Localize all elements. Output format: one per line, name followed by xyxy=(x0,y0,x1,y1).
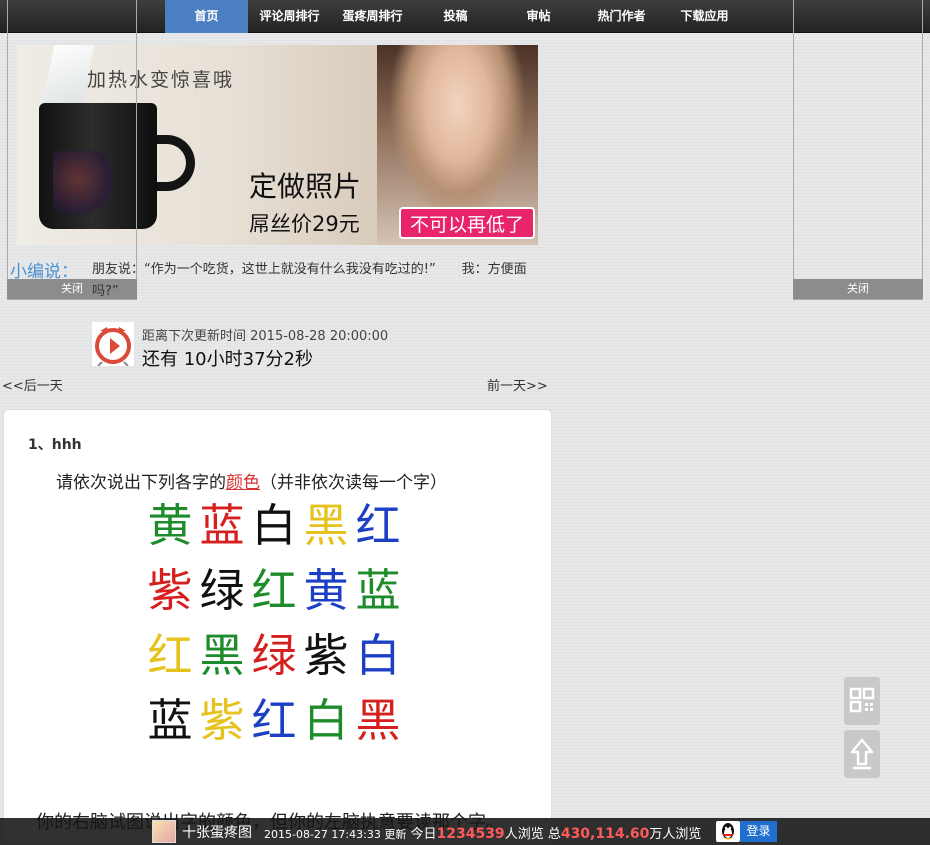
nav-item-submit[interactable]: 投稿 xyxy=(414,0,497,33)
today-prefix: 今日 xyxy=(410,827,437,842)
post-card: 1、hhh 请依次说出下列各字的颜色（并非依次读每一个字） 黄蓝白黑红紫绿红黄蓝… xyxy=(3,409,552,845)
nav-item-comment-rank[interactable]: 评论周排行 xyxy=(248,0,331,33)
total-count: 430,114.60 xyxy=(560,826,650,842)
color-word: 绿 xyxy=(199,564,245,617)
prev-day-link[interactable]: <<后一天 xyxy=(2,375,63,394)
nav-item-review[interactable]: 审帖 xyxy=(497,0,580,33)
back-to-top-button[interactable] xyxy=(844,730,880,778)
arrow-up-icon xyxy=(850,738,874,770)
color-word-row: 红黑绿紫白 xyxy=(144,630,404,682)
qr-code-button[interactable] xyxy=(844,677,880,725)
alarm-clock-icon xyxy=(92,322,134,366)
color-word: 黑 xyxy=(355,694,401,747)
today-suffix: 人浏览 总 xyxy=(504,827,561,842)
banner-title: 定做照片 xyxy=(249,170,362,203)
nav-item-download-app[interactable]: 下载应用 xyxy=(663,0,746,33)
color-word: 蓝 xyxy=(355,564,401,617)
editor-label: 小编说： xyxy=(10,262,78,282)
instruction-before: 请依次说出下列各字的 xyxy=(56,473,226,493)
color-word-row: 蓝紫红白黑 xyxy=(144,695,404,747)
site-stats: 2015-08-27 17:43:33 更新 今日1234539人浏览 总430… xyxy=(264,823,701,842)
image-instruction: 请依次说出下列各字的颜色（并非依次读每一个字） xyxy=(56,468,447,493)
right-side-close-button[interactable]: 关闭 xyxy=(793,279,923,299)
nav-item-hot-authors[interactable]: 热门作者 xyxy=(580,0,663,33)
today-count: 1234539 xyxy=(436,826,505,842)
color-word-row: 紫绿红黄蓝 xyxy=(144,565,404,617)
bottom-status-bar: 十张蛋疼图 2015-08-27 17:43:33 更新 今日1234539人浏… xyxy=(0,818,930,845)
update-time: 2015-08-27 17:43:33 更新 xyxy=(264,828,407,841)
nav-list: 首页 评论周排行 蛋疼周排行 投稿 审帖 热门作者 下载应用 xyxy=(165,0,746,33)
color-word: 蓝 xyxy=(199,499,245,552)
color-word: 白 xyxy=(251,499,297,552)
total-suffix: 万人浏览 xyxy=(649,827,702,842)
login-button[interactable]: 登录 xyxy=(740,821,777,842)
countdown-value: 还有 10小时37分2秒 xyxy=(142,349,313,370)
color-word: 红 xyxy=(251,564,297,617)
color-word: 白 xyxy=(303,694,349,747)
qr-code-icon xyxy=(849,687,875,713)
color-word: 黑 xyxy=(199,629,245,682)
color-word: 黄 xyxy=(303,564,349,617)
left-side-ad: 关闭 xyxy=(7,0,137,300)
color-word: 红 xyxy=(355,499,401,552)
color-word: 紫 xyxy=(303,629,349,682)
nav-item-home[interactable]: 首页 xyxy=(165,0,248,33)
editor-text: 朋友说：“作为一个吃货，这世上就没有什么我没有吃过的!” 我：方便面吗?” xyxy=(92,262,527,299)
countdown-label: 距离下次更新时间 2015-08-28 20:00:00 xyxy=(142,329,389,344)
next-day-link[interactable]: 前一天>> xyxy=(487,375,548,394)
post-image[interactable]: 请依次说出下列各字的颜色（并非依次读每一个字） 黄蓝白黑红紫绿红黄蓝红黑绿紫白蓝… xyxy=(34,460,524,800)
color-word: 紫 xyxy=(147,564,193,617)
color-word: 红 xyxy=(147,629,193,682)
color-word: 绿 xyxy=(251,629,297,682)
instruction-highlight: 颜色 xyxy=(226,473,260,493)
qq-penguin-icon[interactable] xyxy=(716,821,740,842)
color-word: 紫 xyxy=(199,694,245,747)
nav-item-pain-rank[interactable]: 蛋疼周排行 xyxy=(331,0,414,33)
color-word: 白 xyxy=(355,629,401,682)
color-word: 黄 xyxy=(147,499,193,552)
site-logo-thumb xyxy=(152,820,176,843)
post-title[interactable]: 1、hhh xyxy=(28,434,82,454)
color-word: 蓝 xyxy=(147,694,193,747)
right-side-ad: 关闭 xyxy=(793,0,923,300)
top-nav: 首页 评论周排行 蛋疼周排行 投稿 审帖 热门作者 下载应用 xyxy=(0,0,930,33)
mug-handle-image xyxy=(157,135,195,191)
banner-tag: 不可以再低了 xyxy=(399,207,535,239)
site-name[interactable]: 十张蛋疼图 xyxy=(182,822,252,842)
color-word-row: 黄蓝白黑红 xyxy=(144,500,404,552)
color-word: 黑 xyxy=(303,499,349,552)
color-word: 红 xyxy=(251,694,297,747)
banner-price: 屌丝价29元 xyxy=(249,212,360,236)
instruction-after: （并非依次读每一个字） xyxy=(260,473,447,493)
